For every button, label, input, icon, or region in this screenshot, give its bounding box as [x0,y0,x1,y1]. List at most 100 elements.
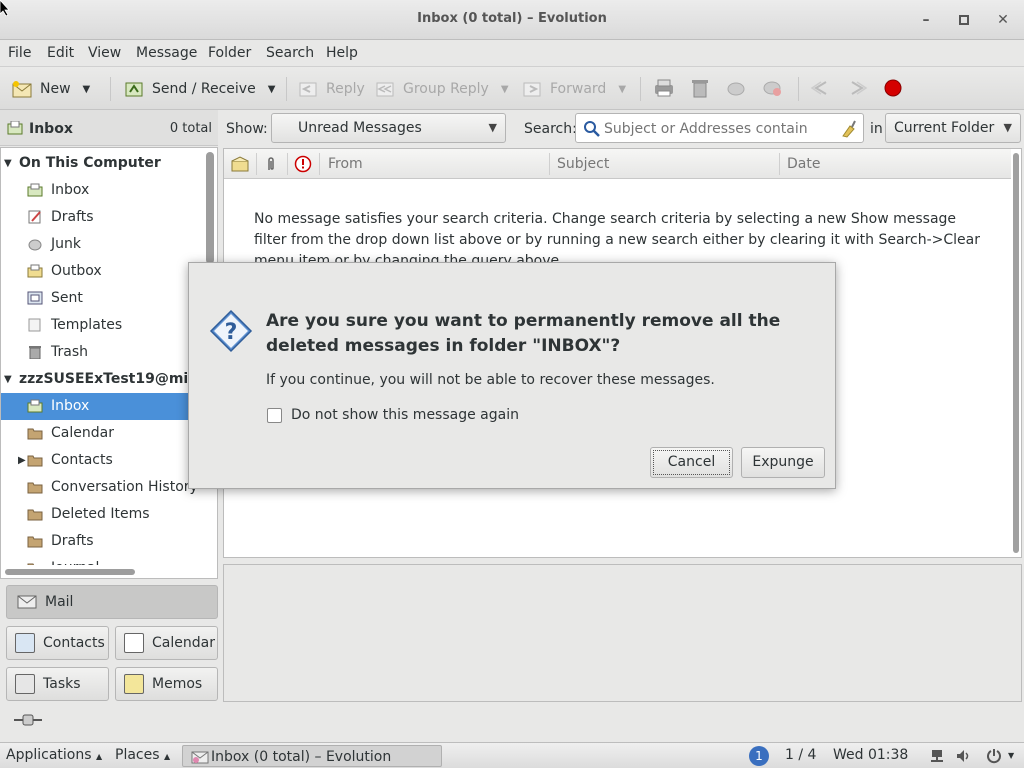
power-icon[interactable] [986,748,1002,764]
toolbar-separator [640,77,641,101]
preview-pane [223,564,1022,702]
tree-group-on-this-computer[interactable]: ▼ On This Computer [1,150,206,177]
maximize-button[interactable] [954,10,974,30]
volume-icon[interactable] [956,749,972,763]
network-icon[interactable] [930,749,944,763]
places-menu[interactable]: Places ▲ [115,747,170,763]
checkbox-box[interactable] [267,407,282,423]
memos-icon [124,674,144,694]
menu-search[interactable]: Search [266,45,314,61]
send-receive-button[interactable]: Send / Receive ▼ [124,75,275,103]
folder-account-journal[interactable]: Journal [1,555,206,565]
cancel-button[interactable]: Cancel [650,447,733,478]
expand-triangle-icon[interactable]: ▶ [18,447,26,474]
folder-account-drafts[interactable]: Drafts [1,528,206,555]
folder-local-junk[interactable]: Junk [1,231,206,258]
previous-arrow-icon[interactable] [810,78,832,98]
print-icon[interactable] [653,78,675,98]
column-subject[interactable]: Subject [557,156,609,172]
reply-label: Reply [326,81,365,97]
stop-icon[interactable] [882,78,904,98]
forward-dropdown-icon[interactable]: ▼ [618,84,626,95]
column-from[interactable]: From [328,156,363,172]
clock[interactable]: Wed 01:38 [833,747,908,763]
power-menu-arrow-icon[interactable]: ▼ [1008,751,1014,760]
workspace-indicator[interactable]: 1 / 4 [785,747,816,763]
folder-label: Templates [51,317,123,333]
new-dropdown-icon[interactable]: ▼ [83,84,91,95]
folder-local-outbox[interactable]: Outbox [1,258,206,285]
search-icon[interactable] [584,121,600,137]
drafts-icon [28,210,41,224]
switcher-memos-button[interactable]: Memos [115,667,218,701]
search-field[interactable] [575,113,864,143]
read-status-icon[interactable] [231,156,249,172]
attachment-icon[interactable] [265,156,277,172]
forward-button[interactable]: Forward ▼ [522,75,626,103]
folder-tree-horizontal-scrollbar[interactable] [5,569,135,575]
applications-menu[interactable]: Applications ▲ [6,747,102,763]
minimize-button[interactable]: – [916,10,936,30]
column-date[interactable]: Date [787,156,820,172]
taskbar-window-item[interactable]: Inbox (0 total) – Evolution [182,745,442,767]
folder-local-sent[interactable]: Sent [1,285,206,312]
group-reply-dropdown-icon[interactable]: ▼ [501,84,509,95]
group-reply-icon [376,82,394,97]
trash-icon [29,346,41,359]
menu-folder[interactable]: Folder [208,45,251,61]
sidebar-toggle-icon[interactable] [14,714,42,726]
dialog-secondary-text: If you continue, you will not be able to… [266,372,715,388]
new-button[interactable]: New ▼ [12,75,90,103]
folder-account-conversation-history[interactable]: Conversation History [1,474,206,501]
expand-triangle-icon[interactable]: ▼ [4,366,12,393]
search-scope-select[interactable]: Current Folder ▼ [885,113,1021,143]
folder-account-calendar[interactable]: Calendar [1,420,206,447]
not-junk-icon[interactable] [762,78,784,98]
tree-group-account[interactable]: ▼ zzzSUSEExTest19@micr [1,366,206,393]
do-not-show-again-checkbox[interactable]: Do not show this message again [267,407,519,423]
notification-badge[interactable]: 1 [749,746,769,766]
menu-view[interactable]: View [88,45,121,61]
menu-edit[interactable]: Edit [47,45,74,61]
folder-label: Outbox [51,263,102,279]
column-separator [287,153,288,175]
folder-tree-vertical-scrollbar[interactable] [206,152,214,264]
junk-icon[interactable] [725,78,747,98]
sidebar-folder-name: Inbox [29,121,73,137]
switcher-contacts-button[interactable]: Contacts [6,626,109,660]
folder-tree: ▼ On This Computer Inbox Drafts Junk Out… [0,147,218,579]
clear-search-icon[interactable] [840,120,856,138]
message-list-scrollbar[interactable] [1013,153,1019,553]
importance-icon[interactable] [294,155,312,173]
search-input[interactable] [604,119,834,139]
folder-account-contacts[interactable]: ▶ Contacts [1,447,206,474]
new-label: New [40,81,71,97]
folder-label: Journal [51,555,99,565]
menu-message[interactable]: Message [136,45,197,61]
toolbar-separator [798,77,799,101]
reply-button[interactable]: Reply [298,75,365,103]
switcher-tasks-button[interactable]: Tasks [6,667,109,701]
folder-icon [27,509,43,521]
next-arrow-icon[interactable] [846,78,868,98]
folder-account-deleted-items[interactable]: Deleted Items [1,501,206,528]
toolbar-separator [110,77,111,101]
menu-help[interactable]: Help [326,45,358,61]
folder-label: Conversation History [51,479,198,495]
close-button[interactable]: ✕ [993,10,1013,30]
switcher-mail-button[interactable]: Mail [6,585,218,619]
switcher-calendar-button[interactable]: Calendar [115,626,218,660]
folder-local-trash[interactable]: Trash [1,339,206,366]
delete-icon[interactable] [689,78,711,98]
folder-local-drafts[interactable]: Drafts [1,204,206,231]
folder-label: Drafts [51,209,94,225]
send-receive-dropdown-icon[interactable]: ▼ [268,84,276,95]
folder-local-templates[interactable]: Templates [1,312,206,339]
expand-triangle-icon[interactable]: ▼ [4,150,12,177]
expunge-button[interactable]: Expunge [741,447,825,478]
show-filter-select[interactable]: Unread Messages ▼ [271,113,506,143]
menu-file[interactable]: File [8,45,31,61]
folder-local-inbox[interactable]: Inbox [1,177,206,204]
group-reply-button[interactable]: Group Reply ▼ [375,75,509,103]
folder-account-inbox[interactable]: Inbox [1,393,206,420]
